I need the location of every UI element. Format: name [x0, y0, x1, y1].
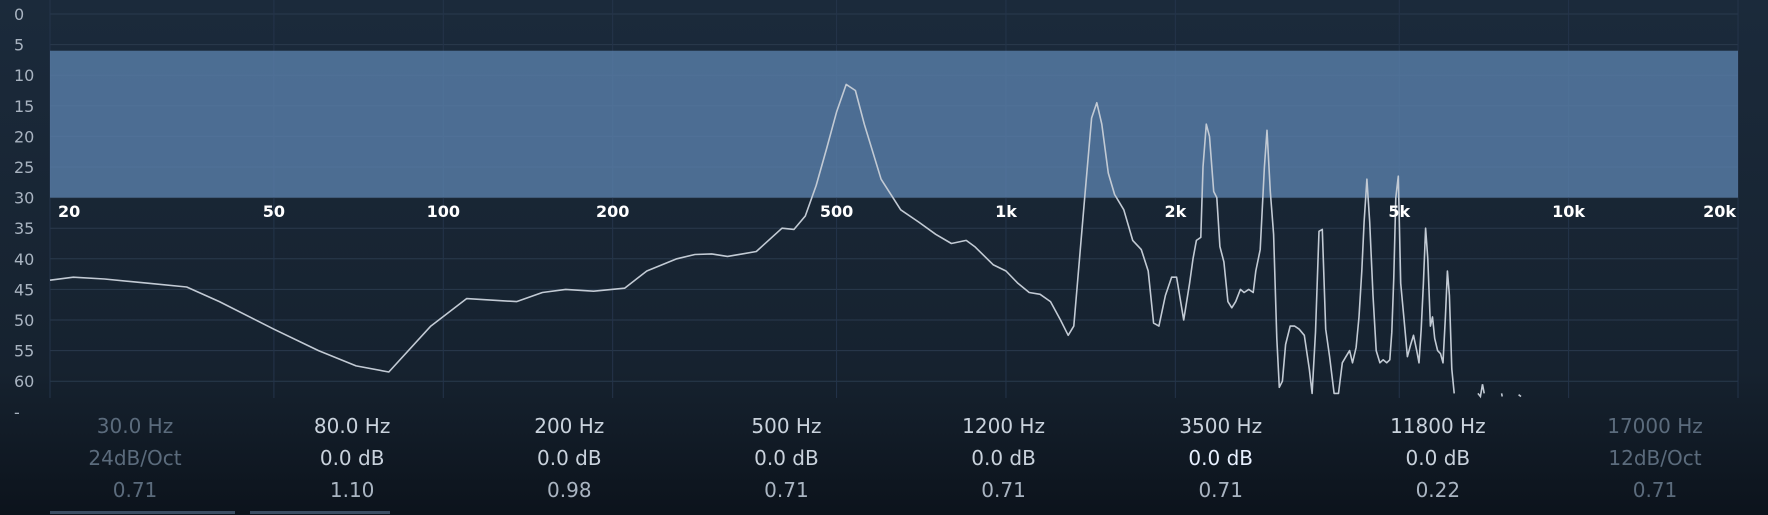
eq-band-7[interactable]: 11800 Hz 0.0 dB 0.22: [1353, 410, 1523, 515]
db-tick-label: 40: [14, 250, 34, 269]
eq-band-3[interactable]: 200 Hz 0.0 dB 0.98: [484, 410, 654, 515]
eq-band-strip: 30.0 Hz 24dB/Oct 0.71 80.0 Hz 0.0 dB 1.1…: [50, 410, 1740, 515]
eq-band-2[interactable]: 80.0 Hz 0.0 dB 1.10: [267, 410, 437, 515]
db-tick-label: 25: [14, 158, 34, 177]
band-frequency[interactable]: 17000 Hz: [1570, 410, 1740, 442]
frequency-tick-label: 20k: [1703, 202, 1736, 221]
db-tick-label: -: [14, 403, 20, 422]
db-tick-label: 50: [14, 311, 34, 330]
band-frequency[interactable]: 500 Hz: [701, 410, 871, 442]
band-gain[interactable]: 0.0 dB: [267, 442, 437, 474]
eq-band-4[interactable]: 500 Hz 0.0 dB 0.71: [701, 410, 871, 515]
db-tick-label: 20: [14, 127, 34, 146]
eq-band-8[interactable]: 17000 Hz 12dB/Oct 0.71: [1570, 410, 1740, 515]
db-tick-label: 5: [14, 36, 24, 55]
db-tick-label: 35: [14, 219, 34, 238]
db-tick-label: 0: [14, 5, 24, 24]
band-frequency[interactable]: 80.0 Hz: [267, 410, 437, 442]
frequency-tick-label: 500: [820, 202, 853, 221]
db-tick-label: 30: [14, 189, 34, 208]
band-frequency[interactable]: 200 Hz: [484, 410, 654, 442]
band-gain[interactable]: 0.0 dB: [919, 442, 1089, 474]
spectrum-line-fragment: [1500, 393, 1503, 397]
bottom-tab-indicators: [50, 511, 450, 515]
db-tick-label: 45: [14, 280, 34, 299]
band-gain[interactable]: 24dB/Oct: [50, 442, 220, 474]
band-gain[interactable]: 0.0 dB: [1136, 442, 1306, 474]
frequency-tick-label: 2k: [1164, 202, 1186, 221]
band-frequency[interactable]: 1200 Hz: [919, 410, 1089, 442]
band-q[interactable]: 0.71: [919, 474, 1089, 506]
eq-band-6[interactable]: 3500 Hz 0.0 dB 0.71: [1136, 410, 1306, 515]
band-gain[interactable]: 0.0 dB: [1353, 442, 1523, 474]
band-gain[interactable]: 0.0 dB: [484, 442, 654, 474]
band-frequency[interactable]: 30.0 Hz: [50, 410, 220, 442]
frequency-tick-label: 20: [58, 202, 80, 221]
tab-indicator[interactable]: [250, 511, 390, 514]
band-frequency[interactable]: 11800 Hz: [1353, 410, 1523, 442]
band-q[interactable]: 1.10: [267, 474, 437, 506]
band-q[interactable]: 0.22: [1353, 474, 1523, 506]
frequency-tick-label: 10k: [1552, 202, 1585, 221]
band-q[interactable]: 0.71: [1570, 474, 1740, 506]
band-q[interactable]: 0.71: [50, 474, 220, 506]
band-q[interactable]: 0.98: [484, 474, 654, 506]
band-gain[interactable]: 12dB/Oct: [1570, 442, 1740, 474]
frequency-tick-label: 200: [596, 202, 629, 221]
frequency-tick-label: 1k: [995, 202, 1017, 221]
eq-band-1[interactable]: 30.0 Hz 24dB/Oct 0.71: [50, 410, 220, 515]
eq-band-5[interactable]: 1200 Hz 0.0 dB 0.71: [919, 410, 1089, 515]
frequency-tick-label: 50: [263, 202, 285, 221]
band-q[interactable]: 0.71: [1136, 474, 1306, 506]
frequency-tick-label: 100: [427, 202, 460, 221]
tab-indicator[interactable]: [50, 511, 235, 514]
db-tick-label: 60: [14, 372, 34, 391]
db-tick-label: 55: [14, 342, 34, 361]
band-q[interactable]: 0.71: [701, 474, 871, 506]
eq-selection-overlay[interactable]: [50, 50, 1738, 198]
band-gain[interactable]: 0.0 dB: [701, 442, 871, 474]
db-tick-label: 10: [14, 66, 34, 85]
band-frequency[interactable]: 3500 Hz: [1136, 410, 1306, 442]
db-tick-label: 15: [14, 97, 34, 116]
frequency-tick-label: 5k: [1388, 202, 1410, 221]
